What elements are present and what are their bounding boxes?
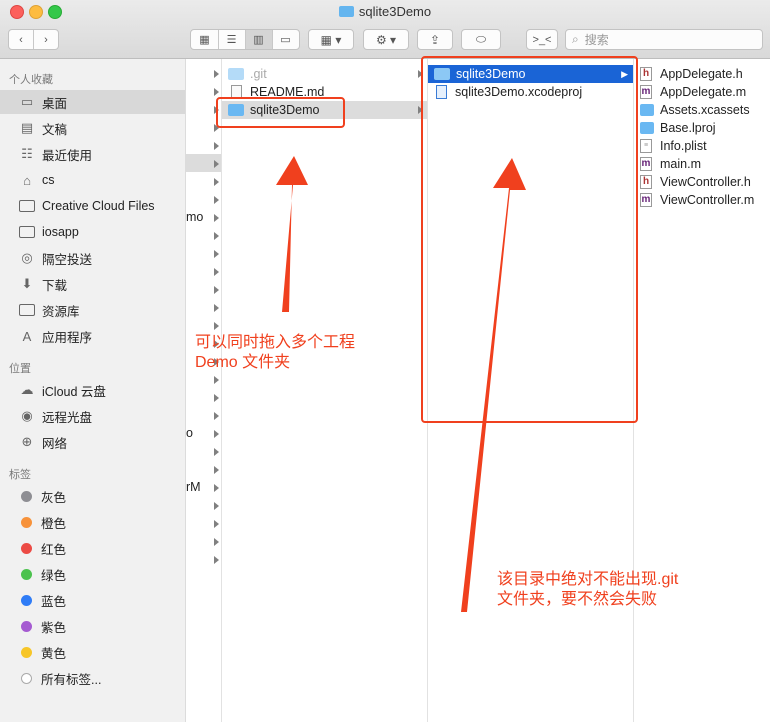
annotation-arrows — [276, 156, 526, 612]
annotation-text: 该目录中绝对不能出现.git 文件夹，要不然会失败 — [497, 570, 678, 610]
arrow-up-icon — [276, 156, 308, 312]
annotation-line: Demo 文件夹 — [195, 354, 291, 371]
annotation-line: 可以同时拖入多个工程 — [195, 334, 356, 351]
arrow-up-icon — [461, 158, 526, 612]
annotation-text: 可以同时拖入多个工程 Demo 文件夹 — [195, 333, 355, 373]
annotation-line: 该目录中绝对不能出现.git — [497, 571, 679, 588]
annotation-line: 文件夹，要不然会失败 — [497, 591, 658, 608]
